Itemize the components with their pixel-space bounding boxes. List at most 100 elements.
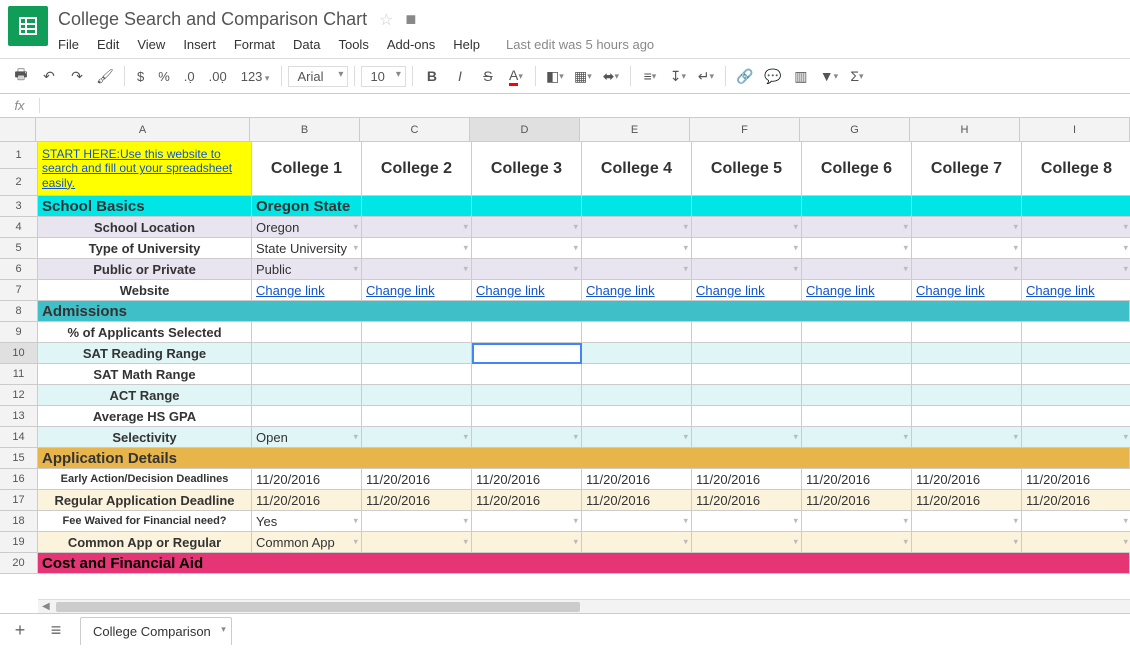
cell-B7[interactable]: Change link bbox=[252, 280, 362, 301]
row-header-13[interactable]: 13 bbox=[0, 406, 38, 427]
cell-G4[interactable] bbox=[802, 217, 912, 238]
row-header-17[interactable]: 17 bbox=[0, 490, 38, 511]
cell-A3[interactable]: School Basics bbox=[38, 196, 252, 217]
cell-I12[interactable] bbox=[1022, 385, 1130, 406]
cell-E16[interactable]: 11/20/2016 bbox=[582, 469, 692, 490]
cell-H13[interactable] bbox=[912, 406, 1022, 427]
cell-C6[interactable] bbox=[362, 259, 472, 280]
format-percent[interactable]: % bbox=[152, 69, 176, 84]
text-color-icon[interactable]: A bbox=[503, 63, 529, 89]
cell-G9[interactable] bbox=[802, 322, 912, 343]
cell-F5[interactable] bbox=[692, 238, 802, 259]
cell-A10[interactable]: SAT Reading Range bbox=[38, 343, 252, 364]
cell-F6[interactable] bbox=[692, 259, 802, 280]
star-icon[interactable]: ☆ bbox=[379, 10, 393, 30]
folder-icon[interactable]: ■ bbox=[406, 9, 417, 30]
format-more[interactable]: 123 bbox=[235, 69, 276, 84]
row-header-10[interactable]: 10 bbox=[0, 343, 38, 364]
cell-A1[interactable]: START HERE:Use this website to search an… bbox=[38, 142, 252, 196]
cell-A11[interactable]: SAT Math Range bbox=[38, 364, 252, 385]
cell-B5[interactable]: State University bbox=[252, 238, 362, 259]
cell-G1[interactable]: College 6 bbox=[802, 142, 912, 196]
cell-A12[interactable]: ACT Range bbox=[38, 385, 252, 406]
cell-I5[interactable] bbox=[1022, 238, 1130, 259]
cell-H1[interactable]: College 7 bbox=[912, 142, 1022, 196]
cell-B9[interactable] bbox=[252, 322, 362, 343]
cell-A15[interactable]: Application Details bbox=[38, 448, 1130, 469]
cell-F4[interactable] bbox=[692, 217, 802, 238]
cell-B4[interactable]: Oregon bbox=[252, 217, 362, 238]
cell-B3[interactable]: Oregon State bbox=[252, 196, 362, 217]
cell-G11[interactable] bbox=[802, 364, 912, 385]
row-header-3[interactable]: 3 bbox=[0, 196, 38, 217]
row-header-16[interactable]: 16 bbox=[0, 469, 38, 490]
cell-H9[interactable] bbox=[912, 322, 1022, 343]
cell-E11[interactable] bbox=[582, 364, 692, 385]
col-header-G[interactable]: G bbox=[800, 118, 910, 141]
cell-A19[interactable]: Common App or Regular bbox=[38, 532, 252, 553]
cell-H19[interactable] bbox=[912, 532, 1022, 553]
cell-C1[interactable]: College 2 bbox=[362, 142, 472, 196]
cell-D19[interactable] bbox=[472, 532, 582, 553]
cell-H11[interactable] bbox=[912, 364, 1022, 385]
cell-F19[interactable] bbox=[692, 532, 802, 553]
cell-I7[interactable]: Change link bbox=[1022, 280, 1130, 301]
cell-D6[interactable] bbox=[472, 259, 582, 280]
cell-I3[interactable] bbox=[1022, 196, 1130, 217]
cell-F11[interactable] bbox=[692, 364, 802, 385]
cell-E7[interactable]: Change link bbox=[582, 280, 692, 301]
col-header-E[interactable]: E bbox=[580, 118, 690, 141]
cell-B18[interactable]: Yes bbox=[252, 511, 362, 532]
cell-D3[interactable] bbox=[472, 196, 582, 217]
col-header-D[interactable]: D bbox=[470, 118, 580, 141]
print-icon[interactable]: 🖶 bbox=[8, 63, 34, 89]
functions-icon[interactable]: Σ bbox=[844, 63, 870, 89]
cell-B19[interactable]: Common App bbox=[252, 532, 362, 553]
col-header-H[interactable]: H bbox=[910, 118, 1020, 141]
menu-help[interactable]: Help bbox=[453, 37, 480, 52]
cell-E18[interactable] bbox=[582, 511, 692, 532]
cell-H16[interactable]: 11/20/2016 bbox=[912, 469, 1022, 490]
paint-format-icon[interactable]: 🖌 bbox=[92, 63, 118, 89]
cell-E3[interactable] bbox=[582, 196, 692, 217]
cell-C17[interactable]: 11/20/2016 bbox=[362, 490, 472, 511]
row-header-2[interactable]: 2 bbox=[0, 169, 38, 196]
cell-A4[interactable]: School Location bbox=[38, 217, 252, 238]
italic-icon[interactable]: I bbox=[447, 63, 473, 89]
cell-F14[interactable] bbox=[692, 427, 802, 448]
row-header-9[interactable]: 9 bbox=[0, 322, 38, 343]
cell-E13[interactable] bbox=[582, 406, 692, 427]
cell-B13[interactable] bbox=[252, 406, 362, 427]
cell-A16[interactable]: Early Action/Decision Deadlines bbox=[38, 469, 252, 490]
cell-H7[interactable]: Change link bbox=[912, 280, 1022, 301]
row-header-18[interactable]: 18 bbox=[0, 511, 38, 532]
bold-icon[interactable]: B bbox=[419, 63, 445, 89]
cell-C19[interactable] bbox=[362, 532, 472, 553]
menu-format[interactable]: Format bbox=[234, 37, 275, 52]
cell-C4[interactable] bbox=[362, 217, 472, 238]
row-header-5[interactable]: 5 bbox=[0, 238, 38, 259]
halign-icon[interactable]: ≡ bbox=[637, 63, 663, 89]
row-header-7[interactable]: 7 bbox=[0, 280, 38, 301]
cell-E10[interactable] bbox=[582, 343, 692, 364]
cell-E1[interactable]: College 4 bbox=[582, 142, 692, 196]
cell-H17[interactable]: 11/20/2016 bbox=[912, 490, 1022, 511]
cell-A5[interactable]: Type of University bbox=[38, 238, 252, 259]
row-header-6[interactable]: 6 bbox=[0, 259, 38, 280]
cell-G14[interactable] bbox=[802, 427, 912, 448]
cell-I1[interactable]: College 8 bbox=[1022, 142, 1130, 196]
cell-C3[interactable] bbox=[362, 196, 472, 217]
add-sheet-icon[interactable]: + bbox=[8, 619, 32, 643]
cell-E6[interactable] bbox=[582, 259, 692, 280]
cell-A7[interactable]: Website bbox=[38, 280, 252, 301]
cell-G17[interactable]: 11/20/2016 bbox=[802, 490, 912, 511]
cell-I14[interactable] bbox=[1022, 427, 1130, 448]
cell-I13[interactable] bbox=[1022, 406, 1130, 427]
cell-F7[interactable]: Change link bbox=[692, 280, 802, 301]
cell-D7[interactable]: Change link bbox=[472, 280, 582, 301]
filter-icon[interactable]: ▼ bbox=[816, 63, 842, 89]
cell-A18[interactable]: Fee Waived for Financial need? bbox=[38, 511, 252, 532]
redo-icon[interactable]: ↷ bbox=[64, 63, 90, 89]
comment-icon[interactable]: 💬 bbox=[760, 63, 786, 89]
cell-H10[interactable] bbox=[912, 343, 1022, 364]
